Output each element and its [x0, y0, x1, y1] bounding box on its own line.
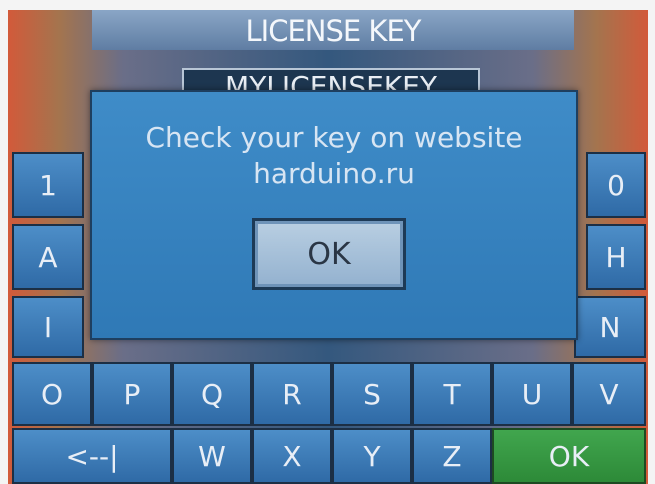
key-p[interactable]: P: [92, 362, 172, 426]
dialog-message-line2: harduino.ru: [253, 157, 415, 190]
key-u[interactable]: U: [492, 362, 572, 426]
key-n[interactable]: N: [574, 296, 646, 358]
device-screen: LICENSE KEY MYLICENSEKEY 1 0 A H I N O P…: [8, 10, 648, 484]
key-r[interactable]: R: [252, 362, 332, 426]
key-h[interactable]: H: [586, 224, 646, 290]
message-dialog: Check your key on website harduino.ru OK: [90, 90, 578, 340]
dialog-message-line1: Check your key on website: [145, 121, 523, 154]
keyboard-ok-button[interactable]: OK: [492, 428, 646, 484]
key-w[interactable]: W: [172, 428, 252, 484]
page-title: LICENSE KEY: [92, 10, 574, 50]
key-z[interactable]: Z: [412, 428, 492, 484]
dialog-ok-button[interactable]: OK: [252, 218, 406, 290]
dialog-message: Check your key on website harduino.ru: [92, 120, 576, 192]
key-i[interactable]: I: [12, 296, 84, 358]
key-a[interactable]: A: [12, 224, 84, 290]
key-0[interactable]: 0: [586, 152, 646, 218]
backspace-key[interactable]: <--|: [12, 428, 172, 484]
key-1[interactable]: 1: [12, 152, 84, 218]
key-v[interactable]: V: [572, 362, 646, 426]
key-y[interactable]: Y: [332, 428, 412, 484]
key-q[interactable]: Q: [172, 362, 252, 426]
key-s[interactable]: S: [332, 362, 412, 426]
key-x[interactable]: X: [252, 428, 332, 484]
key-o[interactable]: O: [12, 362, 92, 426]
key-t[interactable]: T: [412, 362, 492, 426]
